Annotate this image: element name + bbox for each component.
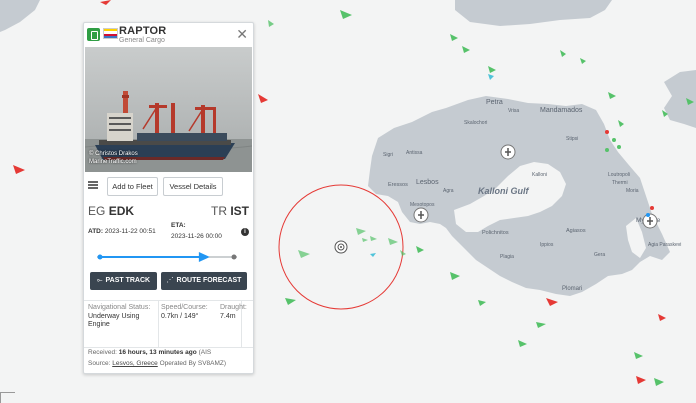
info-icon[interactable]: i <box>241 228 249 236</box>
voyage-progress-bar <box>97 252 237 262</box>
map-label-skalochori: Skalochori <box>464 120 487 126</box>
menu-icon[interactable] <box>88 181 98 189</box>
map-label-plomari: Plomari <box>562 286 582 292</box>
progress-start-dot <box>97 254 103 260</box>
map-label-eressos: Eressos <box>388 182 408 188</box>
vessel-dot-green <box>612 138 616 142</box>
source-label: Source: <box>88 360 111 367</box>
draught-value: 7.4m <box>220 313 236 320</box>
departure-country-code: EG <box>88 204 106 218</box>
map-label-polichnitos: Polichnitos <box>482 230 509 236</box>
ais-station-marker-north[interactable] <box>500 144 516 160</box>
vessel-details-button[interactable]: Vessel Details <box>163 177 223 196</box>
add-to-fleet-button[interactable]: Add to Fleet <box>107 177 158 196</box>
map-label-loutropoli: Loutropoli <box>608 172 630 178</box>
arrival-port-code: IST <box>230 204 249 218</box>
nav-status-label: Navigational Status: <box>88 304 151 311</box>
draught-col: Draught: 7.4m <box>220 301 252 347</box>
cargo-type-icon <box>87 28 100 41</box>
vessel-dot-green <box>605 148 609 152</box>
panel-toolbar: Add to Fleet Vessel Details <box>84 175 253 197</box>
received-row: Received: 16 hours, 13 minutes ago (AIS <box>88 349 211 356</box>
map-label-kalloni-gulf: Kalloni Gulf <box>478 186 530 196</box>
vessel-photo[interactable]: © Christos Drakos MarineTraffic.com <box>85 47 252 172</box>
arrival-port[interactable]: TR IST <box>211 204 249 218</box>
map-label-thermi: Thermi <box>612 180 628 186</box>
vessel-info-panel: RAPTOR General Cargo ✕ © Christos Drakos… <box>83 22 254 374</box>
map-label-petra: Petra <box>486 99 503 106</box>
vessel-dot-blue <box>646 213 650 217</box>
source-link[interactable]: Lesvos, Greece <box>112 360 158 367</box>
past-track-label: PAST TRACK <box>105 277 151 284</box>
map-label-agra: Agra <box>443 188 454 194</box>
source-suffix: Operated By SV8AMZ) <box>159 360 227 367</box>
vessel-dot-red <box>605 130 609 134</box>
received-label: Received: <box>88 349 117 356</box>
vessel-name: RAPTOR <box>119 25 167 37</box>
map-label-agia-paraskevi: Agia Paraskevi <box>648 242 681 248</box>
eta-value: 2023-11-26 00:00 <box>171 233 222 240</box>
atd-row: ATD: 2023-11-22 00:51 <box>88 228 156 235</box>
ais-station-marker-west[interactable] <box>413 207 429 223</box>
vessel-type: General Cargo <box>119 37 165 44</box>
route-forecast-button[interactable]: ⋰ ROUTE FORECAST <box>161 272 247 290</box>
map-label-ippios: Ippios <box>540 242 554 248</box>
received-suffix: (AIS <box>198 349 212 356</box>
route-forecast-label: ROUTE FORECAST <box>176 277 242 284</box>
corner-mark <box>0 392 15 403</box>
map-label-mandamados: Mandamados <box>540 107 583 114</box>
map-label-plagia: Plagia <box>500 254 514 260</box>
photo-credit-site: MarineTraffic.com <box>89 159 137 165</box>
map-label-agiasos: Agiasos <box>566 228 586 234</box>
source-row: Source: Lesvos, Greece Operated By SV8AM… <box>88 360 226 367</box>
vessel-dot-red <box>650 206 654 210</box>
nav-status-col: Navigational Status: Underway Using Engi… <box>88 301 159 347</box>
map-label-stipsi: Stipsi <box>566 136 578 142</box>
photo-credit: © Christos Drakos MarineTraffic.com <box>89 150 138 166</box>
ais-station-marker-mytilene[interactable] <box>642 213 658 229</box>
route-forecast-icon: ⋰ <box>166 277 174 284</box>
panel-header: RAPTOR General Cargo ✕ <box>84 23 253 47</box>
received-value: 16 hours, 13 minutes ago <box>118 349 197 356</box>
atd-value: 2023-11-22 00:51 <box>104 228 156 235</box>
selected-vessel-marker[interactable] <box>334 240 348 254</box>
map-label-kalloni: Kalloni <box>532 172 547 178</box>
nav-status-value: Underway Using Engine <box>88 313 140 328</box>
map-label-sigri: Sigri <box>383 152 393 158</box>
departure-port-code: EDK <box>108 204 135 218</box>
atd-label: ATD: <box>88 228 104 235</box>
map-label-vrisa: Vrisa <box>508 108 519 114</box>
close-icon[interactable]: ✕ <box>236 27 248 41</box>
map-label-moria: Moria <box>626 188 639 194</box>
past-track-button[interactable]: ⟜ PAST TRACK <box>90 272 157 290</box>
voyage-ports: EG EDK TR IST <box>84 201 253 221</box>
progress-end-dot <box>231 254 237 260</box>
arrival-country-code: TR <box>210 204 227 218</box>
vessel-stats: Navigational Status: Underway Using Engi… <box>84 300 253 348</box>
draught-label: Draught: <box>220 304 247 311</box>
map-label-lesbos: Lesbos <box>416 179 439 186</box>
vessel-dot-green <box>617 145 621 149</box>
map-label-mesotopos: Mesotopos <box>410 202 435 208</box>
map-label-antissa: Antissa <box>406 150 423 156</box>
photo-credit-author: © Christos Drakos <box>89 151 138 157</box>
map-label-gera: Gera <box>594 252 605 258</box>
comoros-flag-icon <box>103 28 118 39</box>
eta-label: ETA: <box>171 222 186 229</box>
progress-arrow-icon <box>198 252 210 262</box>
departure-port[interactable]: EG EDK <box>88 204 134 218</box>
past-track-icon: ⟜ <box>96 277 103 284</box>
